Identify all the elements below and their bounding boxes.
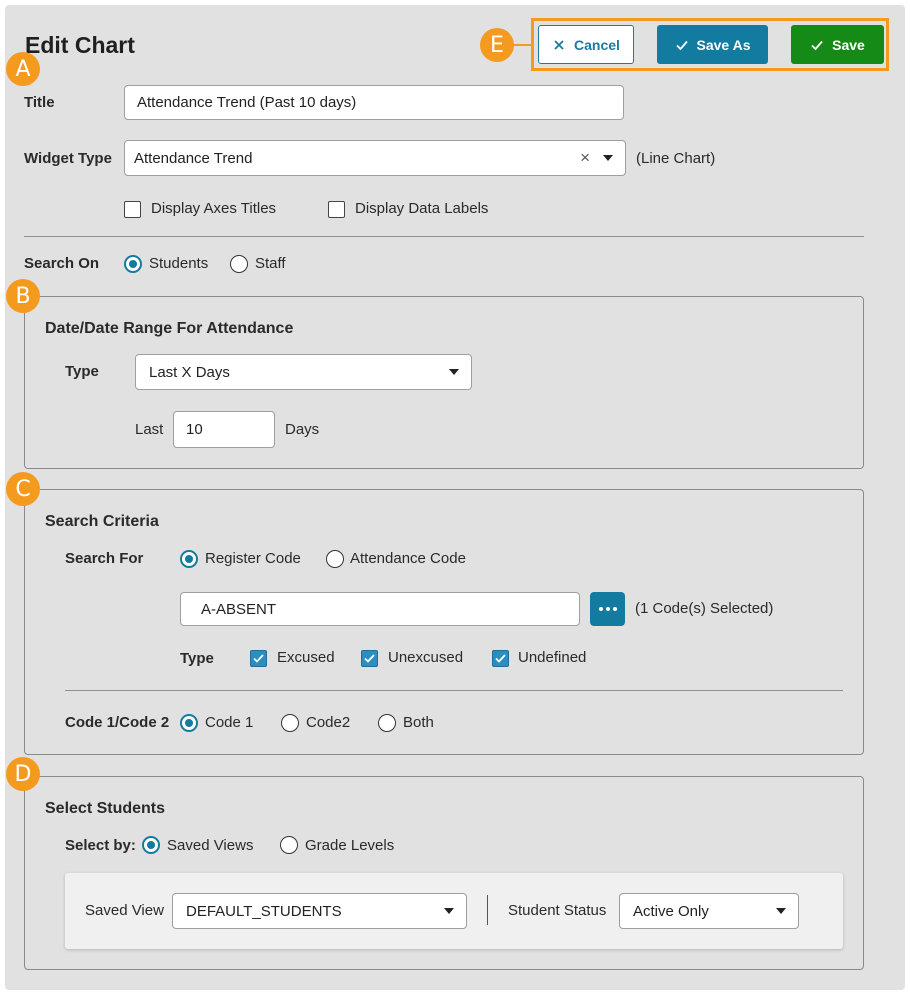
search-for-attendance-code-radio[interactable]	[326, 550, 344, 568]
search-for-label: Search For	[65, 550, 144, 567]
grade-levels-radio[interactable]	[280, 836, 298, 854]
select-students-heading: Select Students	[45, 800, 166, 817]
search-on-staff-label: Staff	[255, 255, 286, 272]
display-axes-titles-label: Display Axes Titles	[151, 200, 277, 217]
check-icon	[364, 654, 375, 663]
divider	[487, 895, 488, 925]
callout-e: E	[480, 28, 514, 62]
last-days-input[interactable]: 10	[173, 411, 275, 448]
both-radio[interactable]	[378, 714, 396, 732]
widget-type-value: Attendance Trend	[134, 149, 253, 167]
code1-label: Code 1	[205, 714, 254, 731]
code-input[interactable]: A-ABSENT	[180, 592, 580, 626]
search-for-register-code-label: Register Code	[205, 550, 301, 567]
date-range-heading: Date/Date Range For Attendance	[45, 320, 294, 337]
callout-c: C	[6, 472, 40, 506]
code1-radio[interactable]	[180, 714, 198, 732]
check-icon	[811, 40, 823, 50]
both-label: Both	[403, 714, 434, 731]
display-axes-titles-checkbox[interactable]	[124, 201, 141, 218]
widget-type-select[interactable]: Attendance Trend ×	[124, 140, 626, 176]
search-for-register-code-radio[interactable]	[180, 550, 198, 568]
close-icon	[554, 39, 564, 50]
page-title: Edit Chart	[25, 32, 135, 58]
grade-levels-label: Grade Levels	[305, 837, 395, 854]
code-type-label: Type	[180, 650, 214, 667]
saved-view-select[interactable]: DEFAULT_STUDENTS	[172, 893, 467, 929]
excused-checkbox[interactable]	[250, 650, 267, 667]
code2-label: Code2	[306, 714, 351, 731]
search-on-staff-radio[interactable]	[230, 255, 248, 273]
days-label: Days	[285, 421, 320, 438]
code-count: (1 Code(s) Selected)	[635, 600, 774, 617]
chevron-down-icon	[603, 155, 613, 161]
student-status-select[interactable]: Active Only	[619, 893, 799, 929]
callout-a: A	[6, 52, 40, 86]
chevron-down-icon	[449, 369, 459, 375]
saved-views-radio[interactable]	[142, 836, 160, 854]
title-label: Title	[24, 94, 55, 111]
more-icon	[598, 607, 617, 611]
cancel-button-label: Cancel	[574, 36, 620, 53]
save-as-button[interactable]: Save As	[657, 25, 768, 64]
date-type-select[interactable]: Last X Days	[135, 354, 472, 390]
check-icon	[495, 654, 506, 663]
cancel-button[interactable]: Cancel	[538, 25, 634, 64]
date-type-label: Type	[65, 363, 99, 380]
excused-label: Excused	[277, 649, 335, 666]
display-data-labels-label: Display Data Labels	[355, 200, 489, 217]
divider	[65, 690, 843, 691]
search-on-students-radio[interactable]	[124, 255, 142, 273]
save-button[interactable]: Save	[791, 25, 884, 64]
unexcused-checkbox[interactable]	[361, 650, 378, 667]
callout-b: B	[6, 279, 40, 313]
widget-type-label: Widget Type	[24, 150, 112, 167]
date-type-value: Last X Days	[149, 363, 230, 381]
student-status-label: Student Status	[508, 902, 607, 919]
saved-views-label: Saved Views	[167, 837, 254, 854]
student-status-value: Active Only	[633, 902, 709, 920]
chevron-down-icon	[444, 908, 454, 914]
chevron-down-icon	[776, 908, 786, 914]
code2-radio[interactable]	[281, 714, 299, 732]
check-icon	[253, 654, 264, 663]
saved-view-label: Saved View	[85, 902, 164, 919]
undefined-checkbox[interactable]	[492, 650, 509, 667]
divider	[24, 236, 864, 237]
code-picker-button[interactable]	[590, 592, 625, 626]
title-input[interactable]: Attendance Trend (Past 10 days)	[124, 85, 624, 120]
save-button-label: Save	[832, 36, 865, 53]
check-icon	[675, 40, 688, 50]
code12-label: Code 1/Code 2	[65, 714, 170, 731]
saved-view-value: DEFAULT_STUDENTS	[186, 902, 342, 920]
save-as-button-label: Save As	[696, 36, 751, 53]
callout-e-connector	[512, 44, 534, 46]
edit-chart-panel: Edit Chart E Cancel Save As Save A Title…	[5, 5, 905, 990]
widget-type-note: (Line Chart)	[636, 150, 716, 167]
clear-icon[interactable]: ×	[580, 148, 590, 168]
search-on-label: Search On	[24, 255, 100, 272]
search-on-students-label: Students	[149, 255, 209, 272]
undefined-label: Undefined	[518, 649, 587, 666]
unexcused-label: Unexcused	[388, 649, 464, 666]
select-by-label: Select by:	[65, 837, 136, 854]
display-data-labels-checkbox[interactable]	[328, 201, 345, 218]
search-criteria-heading: Search Criteria	[45, 513, 159, 530]
callout-d: D	[6, 757, 40, 791]
search-for-attendance-code-label: Attendance Code	[350, 550, 466, 567]
last-label: Last	[135, 421, 164, 438]
